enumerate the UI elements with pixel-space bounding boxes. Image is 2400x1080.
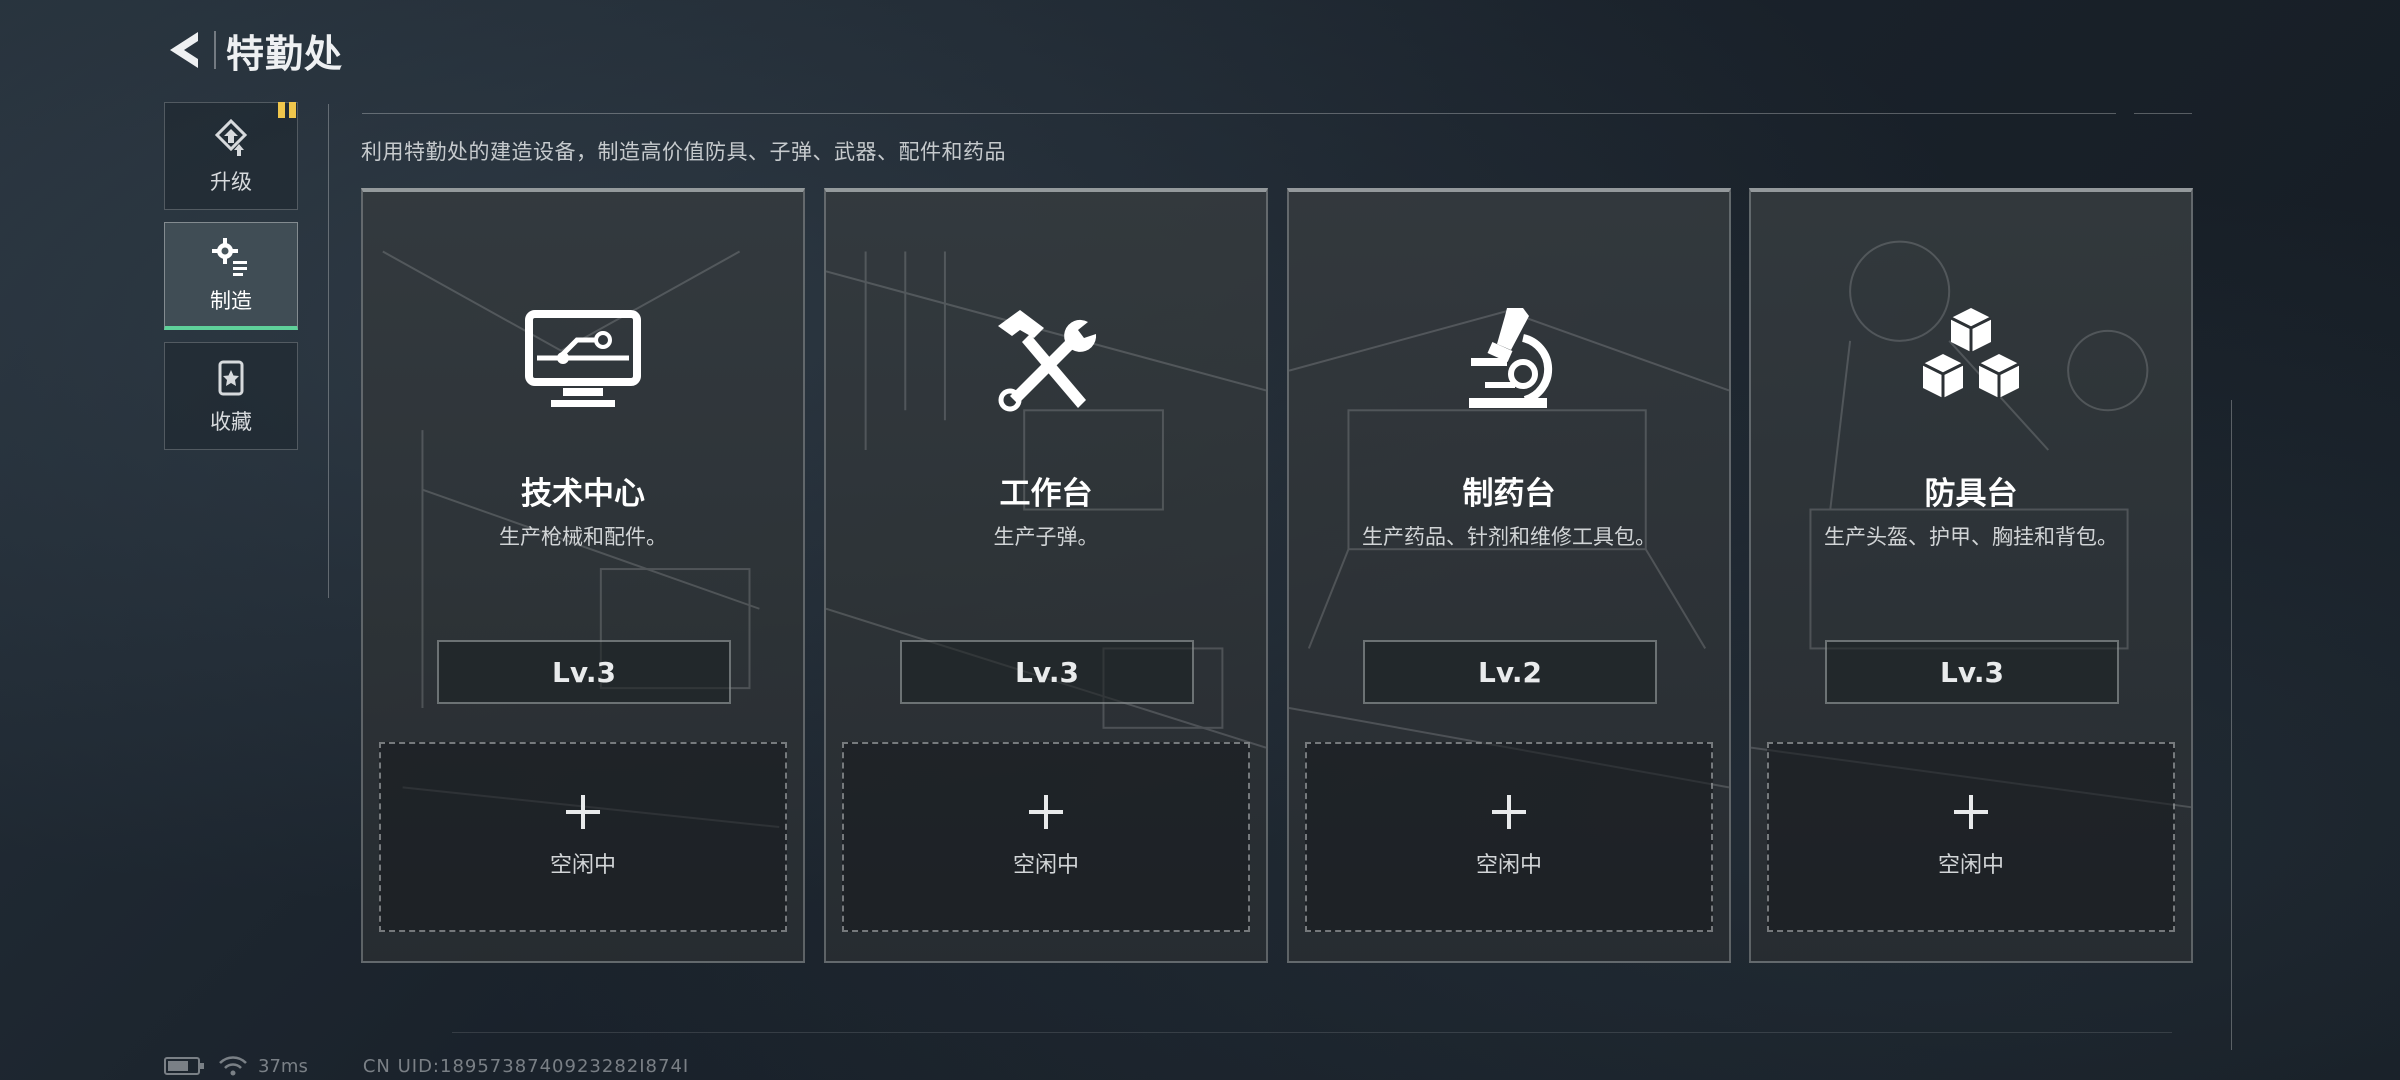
page-subtitle: 利用特勤处的建造设备，制造高价值防具、子弹、武器、配件和药品 [361,140,1006,164]
slot-status: 空闲中 [1012,853,1079,878]
sidebar-item-manufacture[interactable]: 制造 [164,222,298,330]
station-name: 防具台 [1924,476,2018,512]
station-level: Lv.3 [437,640,731,704]
sidebar-item-label: 升级 [210,170,252,194]
title-bar: 特勤处 [162,22,343,78]
plus-icon [1029,795,1063,829]
frame-line-top-right [2134,113,2192,114]
battery-icon [164,1057,204,1075]
wifi-icon [219,1056,247,1076]
station-description: 生产头盔、护甲、胸挂和背包。 [1824,525,2118,549]
frame-line-top [362,113,2116,114]
hammer-wrench-icon [826,304,1266,414]
collection-icon [209,356,253,400]
production-slot[interactable]: 空闲中 [842,742,1250,932]
microscope-icon [1289,304,1729,414]
sidebar-item-collection[interactable]: 收藏 [164,342,298,450]
plus-icon [1492,795,1526,829]
station-name: 技术中心 [521,476,645,512]
production-slot[interactable]: 空闲中 [379,742,787,932]
station-level: Lv.2 [1363,640,1657,704]
upgrade-icon [209,116,253,160]
station-card-armor[interactable]: 防具台 生产头盔、护甲、胸挂和背包。 Lv.3 空闲中 [1749,188,2193,963]
frame-line-bottom [452,1032,2172,1033]
station-card-tech-center[interactable]: 技术中心 生产枪械和配件。 Lv.3 空闲中 [361,188,805,963]
notification-badge [278,102,298,118]
station-description: 生产子弹。 [993,525,1099,549]
slot-status: 空闲中 [549,853,616,878]
slot-status: 空闲中 [1937,853,2004,878]
sidebar-item-label: 制造 [210,288,252,313]
ping-value: 37ms [258,1055,308,1077]
gear-icon [209,235,253,279]
station-card-pharmacy[interactable]: 制药台 生产药品、针剂和维修工具包。 Lv.2 空闲中 [1287,188,1731,963]
station-card-workbench[interactable]: 工作台 生产子弹。 Lv.3 空闲中 [824,188,1268,963]
station-description: 生产药品、针剂和维修工具包。 [1362,525,1656,549]
station-level: Lv.3 [1825,640,2119,704]
production-slot[interactable]: 空闲中 [1305,742,1713,932]
slot-status: 空闲中 [1475,853,1542,878]
sidebar-item-label: 收藏 [210,410,252,434]
user-uid: CN UID:1895738740923282I874I [362,1055,690,1077]
station-description: 生产枪械和配件。 [499,525,667,549]
station-level: Lv.3 [900,640,1194,704]
sidebar-item-upgrade[interactable]: 升级 [164,102,298,210]
frame-line-left [328,104,329,598]
plus-icon [566,795,600,829]
cubes-icon [1751,304,2191,414]
back-arrow-icon [170,32,198,68]
station-name: 工作台 [999,476,1093,512]
monitor-circuit-icon [363,304,803,414]
plus-icon [1954,795,1988,829]
station-name: 制药台 [1462,476,1556,512]
production-slot[interactable]: 空闲中 [1767,742,2175,932]
sidebar: 升级 制造 收藏 [164,102,300,462]
frame-line-right [2231,400,2232,1050]
title-divider [214,31,216,69]
back-button[interactable] [162,25,206,75]
page-title: 特勤处 [226,31,344,76]
status-bar: 37ms CN UID:1895738740923282I874I [164,1054,689,1078]
